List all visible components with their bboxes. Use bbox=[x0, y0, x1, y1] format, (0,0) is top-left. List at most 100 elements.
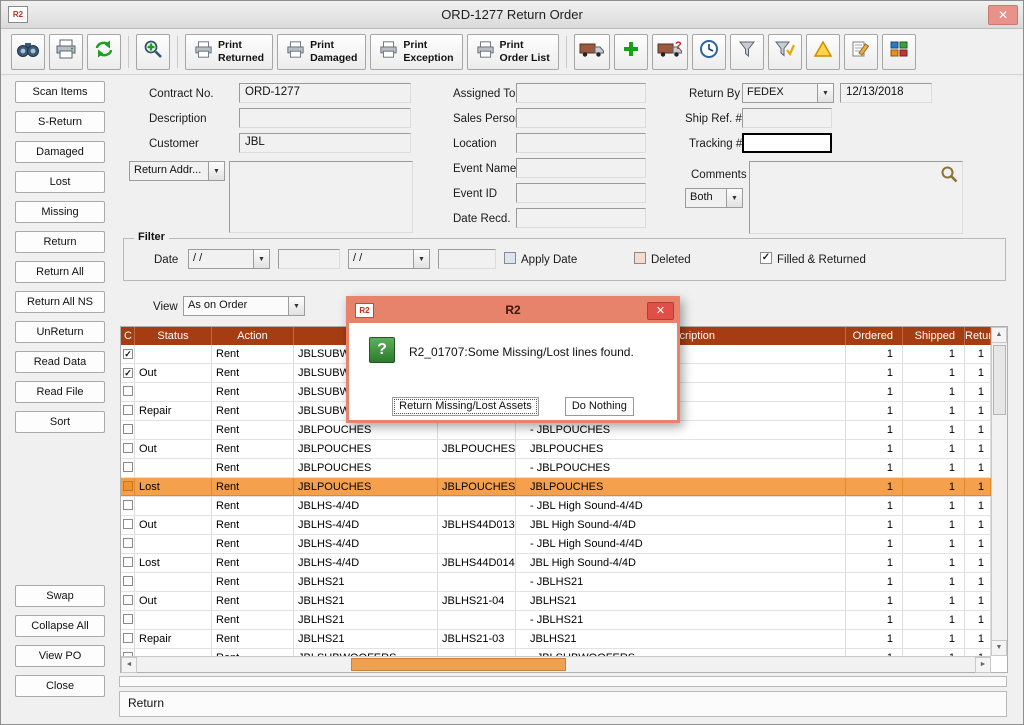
shipping-button[interactable] bbox=[574, 34, 610, 70]
horizontal-scrollbar[interactable]: ◄ ► bbox=[121, 656, 991, 672]
print-returned-button[interactable]: PrintReturned bbox=[185, 34, 273, 70]
horizontal-scroll-thumb[interactable] bbox=[351, 658, 566, 671]
filter-date-to-combo[interactable]: / / ▼ bbox=[348, 249, 430, 269]
refresh-button[interactable] bbox=[87, 34, 121, 70]
column-header-check[interactable]: C bbox=[121, 327, 135, 345]
row-checkbox[interactable] bbox=[123, 595, 133, 605]
shipping-query-button[interactable]: ? bbox=[652, 34, 688, 70]
return-addr-textarea[interactable] bbox=[229, 161, 413, 233]
sidebar-item-missing[interactable]: Missing bbox=[15, 201, 105, 223]
deleted-checkbox[interactable] bbox=[634, 252, 646, 264]
table-row[interactable]: Out Rent JBLHS21 JBLHS21-04 JBLHS21 1 1 … bbox=[121, 592, 991, 611]
row-checkbox[interactable] bbox=[123, 424, 133, 434]
sidebar-item-sort[interactable]: Sort bbox=[15, 411, 105, 433]
row-checkbox[interactable] bbox=[123, 481, 133, 491]
sidebar-item-return[interactable]: Return bbox=[15, 231, 105, 253]
print-button[interactable] bbox=[49, 34, 83, 70]
chevron-down-icon[interactable]: ▼ bbox=[208, 161, 225, 181]
row-checkbox[interactable] bbox=[123, 519, 133, 529]
chevron-down-icon[interactable]: ▼ bbox=[413, 249, 430, 269]
tracking-field[interactable] bbox=[742, 133, 832, 153]
sidebar-item-close[interactable]: Close bbox=[15, 675, 105, 697]
comments-textarea[interactable] bbox=[749, 161, 963, 234]
row-checkbox[interactable] bbox=[123, 557, 133, 567]
sidebar-item-unreturn[interactable]: UnReturn bbox=[15, 321, 105, 343]
table-row[interactable]: Rent JBLHS21 - JBLHS21 1 1 1 bbox=[121, 573, 991, 592]
table-row[interactable]: Rent JBLHS21 - JBLHS21 1 1 1 bbox=[121, 611, 991, 630]
comments-filter-combo[interactable]: Both ▼ bbox=[685, 188, 743, 208]
column-header-returned[interactable]: Returned bbox=[965, 327, 991, 345]
row-checkbox[interactable] bbox=[123, 500, 133, 510]
table-row[interactable]: Rent JBLPOUCHES - JBLPOUCHES 1 1 1 bbox=[121, 459, 991, 478]
column-header-status[interactable]: Status bbox=[135, 327, 212, 345]
dialog-close-button[interactable]: ✕ bbox=[647, 302, 674, 320]
scroll-left-icon[interactable]: ◄ bbox=[121, 657, 137, 673]
window-close-button[interactable]: ✕ bbox=[988, 5, 1018, 25]
comments-search-icon[interactable] bbox=[940, 165, 958, 188]
sidebar-item-collapse-all[interactable]: Collapse All bbox=[15, 615, 105, 637]
row-checkbox[interactable]: ✓ bbox=[123, 368, 133, 378]
return-addr-combo[interactable]: Return Addr... ▼ bbox=[129, 161, 225, 181]
filter-button[interactable] bbox=[730, 34, 764, 70]
apply-date-checkbox[interactable] bbox=[504, 252, 516, 264]
filled-returned-checkbox[interactable]: ✓ bbox=[760, 252, 772, 264]
filter-date-from-time-field[interactable] bbox=[278, 249, 340, 269]
view-combo[interactable]: As on Order ▼ bbox=[183, 296, 305, 316]
chevron-down-icon[interactable]: ▼ bbox=[253, 249, 270, 269]
sidebar-item-read-file[interactable]: Read File bbox=[15, 381, 105, 403]
print-order-list-button[interactable]: PrintOrder List bbox=[467, 34, 559, 70]
chevron-down-icon[interactable]: ▼ bbox=[726, 188, 743, 208]
date-recd-field[interactable] bbox=[516, 208, 646, 228]
event-id-field[interactable] bbox=[516, 183, 646, 203]
column-header-action[interactable]: Action bbox=[212, 327, 294, 345]
add-button[interactable] bbox=[614, 34, 648, 70]
contract-no-field[interactable]: ORD-1277 bbox=[239, 83, 411, 103]
sidebar-item-return-all[interactable]: Return All bbox=[15, 261, 105, 283]
sidebar-item-return-all-ns[interactable]: Return All NS bbox=[15, 291, 105, 313]
return-by-date-field[interactable]: 12/13/2018 bbox=[840, 83, 932, 103]
scroll-up-icon[interactable]: ▲ bbox=[991, 327, 1007, 343]
row-checkbox[interactable] bbox=[123, 462, 133, 472]
scroll-right-icon[interactable]: ► bbox=[975, 657, 991, 673]
row-checkbox[interactable]: ✓ bbox=[123, 349, 133, 359]
print-exception-button[interactable]: PrintException bbox=[370, 34, 462, 70]
location-field[interactable] bbox=[516, 133, 646, 153]
table-row[interactable]: Repair Rent JBLHS21 JBLHS21-03 JBLHS21 1… bbox=[121, 630, 991, 649]
sidebar-item-lost[interactable]: Lost bbox=[15, 171, 105, 193]
sales-person-field[interactable] bbox=[516, 108, 646, 128]
reports-button[interactable] bbox=[882, 34, 916, 70]
table-row[interactable]: Rent JBLSUBWOOFERS - JBLSUBWOOFERS 1 1 1 bbox=[121, 649, 991, 656]
sidebar-item-swap[interactable]: Swap bbox=[15, 585, 105, 607]
scroll-down-icon[interactable]: ▼ bbox=[991, 640, 1007, 656]
row-checkbox[interactable] bbox=[123, 633, 133, 643]
row-checkbox[interactable] bbox=[123, 538, 133, 548]
sidebar-item-damaged[interactable]: Damaged bbox=[15, 141, 105, 163]
sidebar-item-scan-items[interactable]: Scan Items bbox=[15, 81, 105, 103]
row-checkbox[interactable] bbox=[123, 443, 133, 453]
chevron-down-icon[interactable]: ▼ bbox=[817, 83, 834, 103]
time-button[interactable] bbox=[692, 34, 726, 70]
row-checkbox[interactable] bbox=[123, 614, 133, 624]
vertical-scrollbar[interactable]: ▲ ▼ bbox=[991, 327, 1007, 656]
event-name-field[interactable] bbox=[516, 158, 646, 178]
row-checkbox[interactable] bbox=[123, 576, 133, 586]
do-nothing-button[interactable]: Do Nothing bbox=[565, 397, 634, 416]
filter-date-from-combo[interactable]: / / ▼ bbox=[188, 249, 270, 269]
warning-button[interactable] bbox=[806, 34, 840, 70]
assigned-to-field[interactable] bbox=[516, 83, 646, 103]
sidebar-item-read-data[interactable]: Read Data bbox=[15, 351, 105, 373]
row-checkbox[interactable] bbox=[123, 386, 133, 396]
table-row[interactable]: Rent JBLHS-4/4D - JBL High Sound-4/4D 1 … bbox=[121, 535, 991, 554]
filter-apply-button[interactable] bbox=[768, 34, 802, 70]
find-button[interactable] bbox=[11, 34, 45, 70]
filter-date-to-time-field[interactable] bbox=[438, 249, 496, 269]
return-missing-lost-button[interactable]: Return Missing/Lost Assets bbox=[392, 397, 539, 416]
customer-field[interactable]: JBL bbox=[239, 133, 411, 153]
edit-notes-button[interactable] bbox=[844, 34, 878, 70]
sidebar-item-s-return[interactable]: S-Return bbox=[15, 111, 105, 133]
column-header-ordered[interactable]: Ordered bbox=[846, 327, 903, 345]
print-damaged-button[interactable]: PrintDamaged bbox=[277, 34, 366, 70]
vertical-scroll-thumb[interactable] bbox=[993, 345, 1006, 415]
table-row[interactable]: Out Rent JBLPOUCHES JBLPOUCHES#4 JBLPOUC… bbox=[121, 440, 991, 459]
ship-ref-field[interactable] bbox=[742, 108, 832, 128]
